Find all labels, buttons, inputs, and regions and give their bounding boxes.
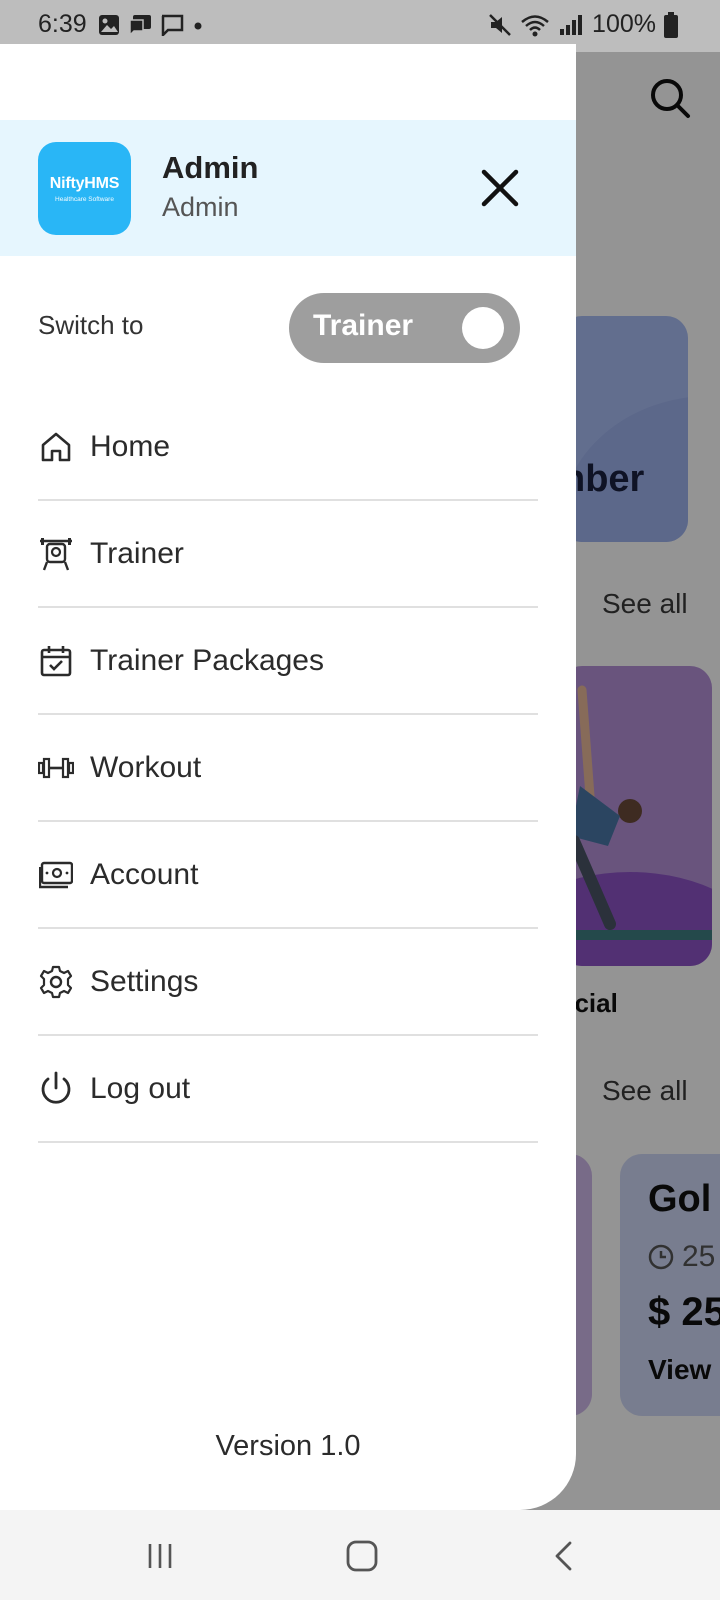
menu-item-label: Trainer [90,536,184,570]
battery-icon [664,11,678,38]
menu-item-label: Workout [90,750,202,784]
home-icon [38,429,74,465]
more-notifications-dot-icon [194,22,202,30]
menu-item-trainer-packages[interactable]: Trainer Packages [38,608,538,715]
logo-text: NiftyHMS [49,174,120,192]
gear-icon [38,964,74,1000]
logo-subtext: Healthcare Software [55,195,114,203]
home-square-icon [346,1540,378,1572]
home-button[interactable] [338,1532,386,1580]
menu-item-label: Log out [90,1071,191,1105]
money-icon [38,857,74,893]
recent-apps-icon [148,1544,172,1568]
switch-value: Trainer [313,309,414,342]
system-nav-bar [0,1510,720,1600]
close-drawer-button[interactable] [476,164,524,212]
signal-icon [560,14,583,35]
profile-role: Admin [162,192,239,222]
mute-icon [489,13,511,36]
menu-item-label: Home [90,429,171,463]
calendar-check-icon [38,643,74,679]
menu-item-label: Settings [90,964,199,998]
menu-item-label: Trainer Packages [90,643,324,677]
battery-percentage: 100% [592,10,656,38]
close-icon [481,169,519,207]
switch-knob [462,307,504,349]
switch-label: Switch to [38,310,144,340]
app-logo: NiftyHMS Healthcare Software [38,142,131,235]
back-button[interactable] [540,1532,588,1580]
profile-name: Admin [162,150,259,185]
chat-notification-icon [129,15,151,36]
gallery-notification-icon [99,15,119,35]
recent-apps-button[interactable] [136,1532,184,1580]
role-switch-toggle[interactable]: Trainer [289,293,520,363]
app-version: Version 1.0 [215,1430,361,1462]
menu-item-label: Account [90,857,199,891]
navigation-drawer: NiftyHMS Healthcare Software Admin Admin… [0,44,576,1510]
menu-item-trainer[interactable]: Trainer [38,501,538,608]
menu-item-workout[interactable]: Workout [38,715,538,822]
menu-item-home[interactable]: Home [38,394,538,501]
profile-header: NiftyHMS Healthcare Software Admin Admin [0,120,576,256]
message-notification-icon [161,14,184,36]
status-time: 6:39 [38,10,87,38]
dumbbell-icon [38,750,74,786]
menu-item-account[interactable]: Account [38,822,538,929]
drawer-menu: Home Trainer Trainer Packages Workout Ac… [38,394,538,1143]
power-icon [38,1071,74,1107]
back-chevron-icon [555,1541,572,1571]
menu-item-log-out[interactable]: Log out [38,1036,538,1143]
menu-item-settings[interactable]: Settings [38,929,538,1036]
wifi-icon [521,14,549,36]
trainer-icon [38,536,74,572]
